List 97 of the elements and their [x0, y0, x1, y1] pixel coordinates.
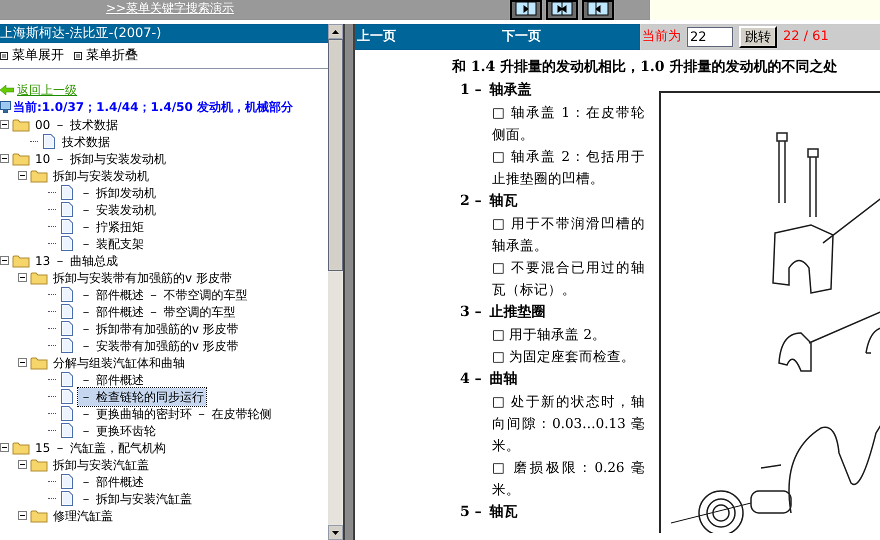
tree-folder-label[interactable]: 拆卸与安装带有加强筋的v 形皮带 [51, 268, 232, 286]
tree-page-item[interactable]: － 拧紧扭矩 [78, 218, 146, 236]
tree-page-item[interactable]: － 拆卸发动机 [78, 184, 158, 202]
list-icon [74, 52, 82, 60]
tree-folder-label[interactable]: 修理汽缸盖 [51, 506, 113, 524]
collapse-icon[interactable] [18, 273, 27, 282]
folder-icon [30, 356, 48, 370]
page-icon [61, 287, 73, 302]
menu-toggle-button[interactable]: 菜单折叠 [74, 46, 138, 66]
next-page-link[interactable]: 下一页 [502, 27, 541, 47]
page-count: 22 / 61 [783, 28, 829, 46]
tree-page-item[interactable]: － 安装带有加强筋的v 形皮带 [78, 336, 241, 354]
page-icon [43, 134, 55, 149]
item-title: 轴瓦 [490, 503, 518, 522]
tree-folder-label[interactable]: 拆卸与安装发动机 [51, 166, 149, 184]
tree-folder-label[interactable]: 00 － 技术数据 [33, 116, 118, 134]
jump-button[interactable]: 跳转 [739, 26, 777, 48]
folder-icon [12, 152, 30, 166]
page-icon [61, 406, 73, 421]
item-note: □ 轴承盖 2：包括用于止推垫圈的凹槽。 [491, 148, 645, 189]
tree-page-item[interactable]: － 装配支架 [78, 234, 146, 252]
item-number: 4 – [460, 370, 482, 389]
tree-page-item[interactable]: － 部件概述 － 带空调的车型 [78, 302, 238, 320]
tree-folder-label[interactable]: 拆卸与安装汽缸盖 [51, 456, 149, 474]
page-icon [61, 491, 73, 506]
tree-page-item[interactable]: － 更换曲轴的密封环 － 在皮带轮侧 [78, 404, 274, 422]
view-split-button[interactable] [546, 0, 578, 20]
prev-page-link[interactable]: 上一页 [357, 27, 396, 47]
page-icon [61, 219, 73, 234]
item-number: 2 – [460, 192, 482, 211]
tree-page-item[interactable]: － 拆卸与安装汽缸盖 [78, 490, 194, 508]
page-input[interactable]: 22 [687, 27, 733, 47]
item-number: 5 – [460, 503, 482, 522]
tree-page-item[interactable]: 技术数据 [60, 132, 112, 150]
item-title: 轴瓦 [490, 192, 518, 211]
item-number: 1 – [460, 81, 482, 100]
computer-icon [0, 100, 11, 112]
item-note: □ 处于新的状态时，轴向间隙：0.03…0.13 毫米。 [491, 393, 645, 456]
collapse-icon[interactable] [0, 443, 9, 452]
page-icon [61, 338, 73, 353]
item-title: 止推垫圈 [490, 303, 546, 322]
page-icon [61, 389, 73, 404]
tree-folder-label[interactable]: 15 － 汽缸盖，配气机构 [33, 438, 166, 456]
page-icon [61, 185, 73, 200]
folder-icon [30, 168, 48, 182]
current-section: 当前:1.0/37；1.4/44；1.4/50 发动机，机械部分 [13, 98, 293, 116]
page-icon [61, 321, 73, 336]
collapse-icon[interactable] [0, 120, 9, 129]
view-right-button[interactable] [510, 0, 542, 20]
page-icon [61, 372, 73, 387]
back-arrow-icon [0, 84, 14, 94]
folder-icon [12, 118, 30, 132]
item-note: □ 用于轴承盖 2。 [491, 326, 607, 345]
page-icon [61, 304, 73, 319]
tree-folder-label[interactable]: 13 － 曲轴总成 [33, 252, 118, 270]
tree-page-item[interactable]: － 安装发动机 [78, 200, 158, 218]
item-note: □ 不要混合已用过的轴瓦（标记）。 [491, 259, 645, 300]
tree-page-item[interactable]: － 部件概述 － 不带空调的车型 [78, 286, 250, 304]
item-note: □ 轴承盖 1：在皮带轮侧面。 [491, 104, 645, 145]
collapse-icon[interactable] [18, 511, 27, 520]
folder-icon [30, 508, 48, 522]
tree-folder-label[interactable]: 10 － 拆卸与安装发动机 [33, 150, 166, 168]
page-icon [61, 474, 73, 489]
collapse-icon[interactable] [0, 154, 9, 163]
page-icon [61, 202, 73, 217]
item-title: 曲轴 [490, 370, 518, 389]
panel-title: 上海斯柯达-法比亚-(2007-) [0, 24, 328, 43]
tree-page-item[interactable]: － 拆卸带有加强筋的v 形皮带 [78, 320, 241, 338]
back-link[interactable]: 返回上一级 [17, 80, 77, 98]
folder-icon [12, 254, 30, 268]
folder-icon [12, 440, 30, 454]
tree-page-item[interactable]: － 检查链轮的同步运行 [78, 388, 206, 406]
menu-toggle-button[interactable]: 菜单展开 [0, 46, 64, 66]
current-page-label: 当前为 [642, 28, 681, 46]
page-icon [61, 423, 73, 438]
folder-icon [30, 270, 48, 284]
tree-page-item[interactable]: － 部件概述 [78, 370, 146, 388]
view-left-button[interactable] [582, 0, 614, 20]
scroll-down-icon[interactable] [332, 530, 339, 534]
collapse-icon[interactable] [18, 171, 27, 180]
scroll-up-icon[interactable] [332, 30, 339, 34]
tree-page-item[interactable]: － 更换环齿轮 [78, 422, 158, 440]
collapse-icon[interactable] [18, 358, 27, 367]
tree-folder-label[interactable]: 分解与组装汽缸体和曲轴 [51, 354, 185, 372]
collapse-icon[interactable] [18, 460, 27, 469]
list-icon [0, 52, 8, 60]
item-note: □ 磨损极限：0.26 毫米。 [491, 459, 645, 500]
item-note: □ 用于不带润滑凹槽的轴承盖。 [491, 215, 645, 256]
folder-icon [30, 458, 48, 472]
item-number: 3 – [460, 303, 482, 322]
page-icon [61, 236, 73, 251]
tree-page-item[interactable]: － 部件概述 [78, 472, 146, 490]
collapse-icon[interactable] [0, 256, 9, 265]
document-heading: 和 1.4 升排量的发动机相比，1.0 升排量的发动机的不同之处 [452, 58, 838, 77]
item-title: 轴承盖 [490, 80, 532, 100]
scrollbar[interactable] [328, 24, 343, 540]
item-note: □ 为固定座套而检查。 [491, 348, 636, 367]
